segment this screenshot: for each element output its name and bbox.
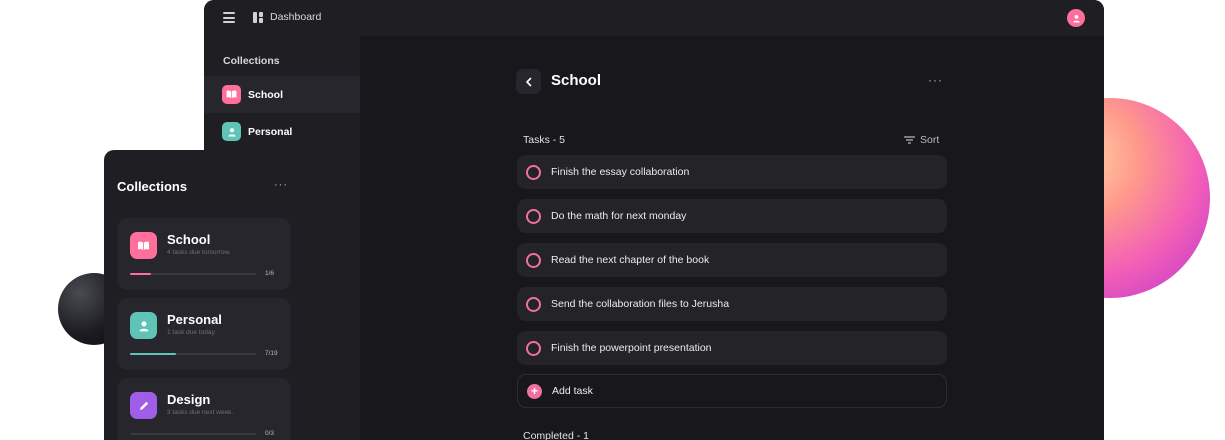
card-name: Personal [167, 312, 222, 327]
plus-icon: + [527, 383, 542, 399]
pencil-icon [130, 392, 157, 419]
book-icon [130, 232, 157, 259]
progress-bar [130, 353, 256, 355]
page-title: School [551, 72, 602, 89]
dashboard-link[interactable]: Dashboard [270, 11, 321, 23]
collection-card-personal[interactable]: Personal 1 task due today. 7/19 [117, 298, 291, 370]
card-name: School [167, 232, 211, 247]
collection-card-design[interactable]: Design 3 tasks due next week. 0/3 [117, 378, 291, 440]
add-task-button[interactable]: + Add task [517, 374, 947, 408]
collection-card-school[interactable]: School 4 tasks due tomorrow. 1/6 [117, 218, 291, 290]
task-label: Read the next chapter of the book [551, 254, 710, 266]
back-button[interactable] [516, 69, 541, 94]
avatar[interactable] [1067, 9, 1085, 27]
task-item[interactable]: Send the collaboration files to Jerusha [517, 287, 947, 321]
sort-button[interactable]: Sort [904, 134, 939, 146]
book-icon [222, 85, 241, 104]
dashboard-icon [253, 12, 263, 23]
progress-count: 1/6 [265, 270, 275, 277]
task-checkbox[interactable] [526, 208, 541, 224]
card-subtitle: 1 task due today. [167, 329, 217, 336]
progress-fill [130, 353, 177, 355]
sidebar-title: Collections [223, 55, 280, 67]
progress-count: 7/19 [265, 350, 278, 357]
progress-count: 0/3 [265, 430, 275, 437]
progress-fill [130, 273, 152, 275]
panel-title: Collections [117, 179, 188, 194]
sidebar-item-label: School [248, 88, 284, 101]
sidebar-item-school[interactable]: School [204, 76, 360, 113]
user-icon [1072, 14, 1080, 23]
task-item[interactable]: Read the next chapter of the book [517, 243, 947, 277]
top-bar: Dashboard [204, 0, 1104, 36]
sidebar-item-personal[interactable]: Personal [204, 113, 360, 150]
add-task-label: Add task [552, 385, 593, 397]
user-icon [130, 312, 157, 339]
more-options-icon[interactable]: ··· [274, 179, 288, 191]
progress-bar [130, 433, 256, 435]
task-label: Finish the essay collaboration [551, 166, 690, 178]
task-checkbox[interactable] [526, 296, 541, 312]
progress-bar [130, 273, 256, 275]
task-label: Finish the powerpoint presentation [551, 342, 712, 354]
card-subtitle: 3 tasks due next week. [167, 409, 234, 416]
task-item[interactable]: Finish the essay collaboration [517, 155, 947, 189]
task-label: Do the math for next monday [551, 210, 687, 222]
more-options-icon[interactable]: ··· [928, 73, 943, 87]
completed-heading: Completed - 1 [523, 430, 589, 440]
task-label: Send the collaboration files to Jerusha [551, 298, 730, 310]
task-checkbox[interactable] [526, 164, 541, 180]
tasks-heading: Tasks - 5 [523, 134, 566, 146]
sort-icon [904, 136, 915, 144]
task-item[interactable]: Do the math for next monday [517, 199, 947, 233]
user-icon [222, 122, 241, 141]
menu-icon[interactable] [223, 12, 235, 23]
card-name: Design [167, 392, 211, 407]
task-checkbox[interactable] [526, 252, 541, 268]
main-content: School ··· Tasks - 5 Sort Finish the ess… [360, 36, 1104, 440]
collections-panel: Collections ··· School 4 tasks due tomor… [104, 150, 304, 440]
app-window: Dashboard Collections School Personal Sc… [204, 0, 1104, 440]
sidebar-item-label: Personal [248, 125, 293, 138]
task-checkbox[interactable] [526, 340, 541, 356]
chevron-left-icon [525, 77, 531, 86]
card-subtitle: 4 tasks due tomorrow. [167, 249, 231, 256]
task-item[interactable]: Finish the powerpoint presentation [517, 331, 947, 365]
sort-label: Sort [920, 134, 940, 146]
